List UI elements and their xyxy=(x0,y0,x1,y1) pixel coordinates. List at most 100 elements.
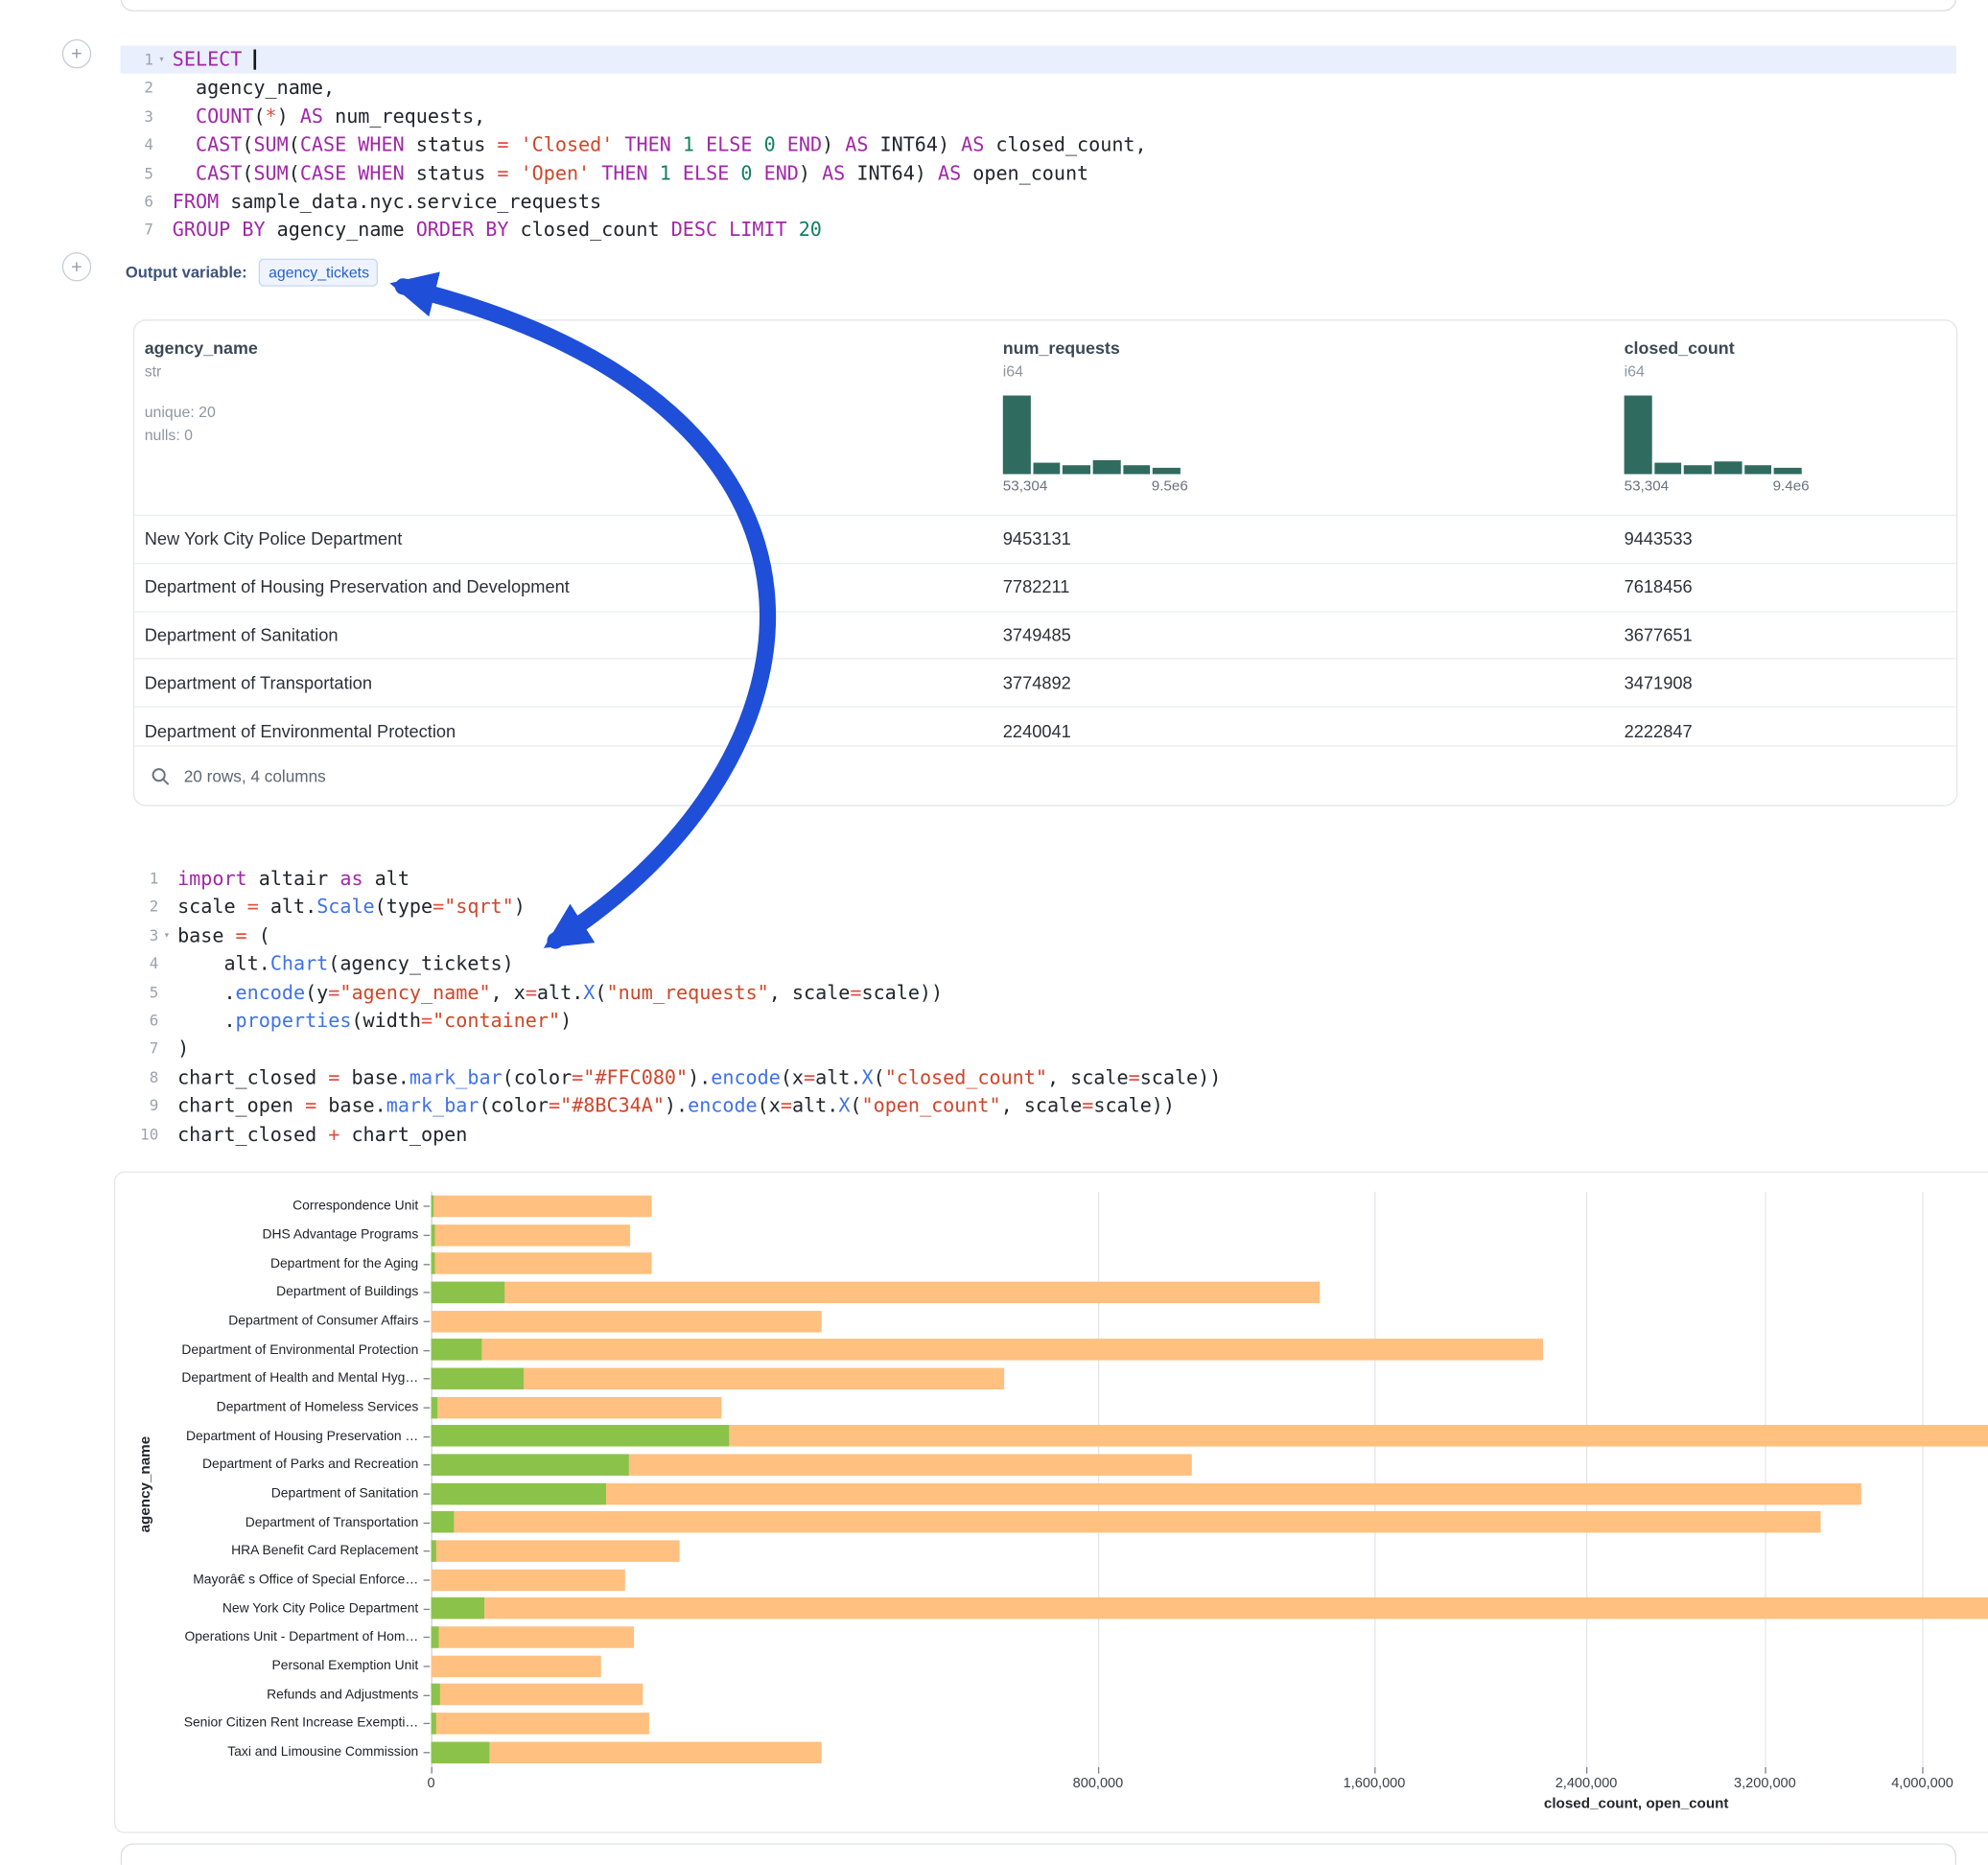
column-type: i64 xyxy=(1625,362,1810,381)
code-line[interactable]: 5 CAST(SUM(CASE WHEN status = 'Open' THE… xyxy=(121,159,1956,188)
y-axis-tick xyxy=(424,1694,431,1695)
code-text: ) xyxy=(177,1035,189,1063)
y-axis-tick xyxy=(424,1264,431,1265)
code-line[interactable]: 9chart_open = base.mark_bar(color="#8BC3… xyxy=(121,1091,1956,1120)
table-row: Department of Sanitation37494853677651 xyxy=(134,611,1956,659)
open-bar xyxy=(432,1713,436,1734)
code-text: agency_name, xyxy=(173,74,335,103)
y-axis-tick xyxy=(424,1321,431,1322)
fold-spacer xyxy=(158,865,175,894)
closed-bar xyxy=(432,1597,1988,1619)
code-line[interactable]: 6FROM sample_data.nyc.service_requests xyxy=(121,188,1956,217)
y-axis-label: Department of Parks and Recreation xyxy=(115,1451,431,1480)
y-axis-label: New York City Police Department xyxy=(115,1594,431,1622)
sql-code-editor: 1▾SELECT 2 agency_name,3 COUNT(*) AS num… xyxy=(121,46,1956,245)
fold-toggle-icon[interactable]: ▾ xyxy=(153,46,170,75)
add-cell-button[interactable]: + xyxy=(62,39,91,68)
code-line[interactable]: 5 .encode(y="agency_name", x=alt.X("num_… xyxy=(121,978,1956,1007)
column-type: str xyxy=(145,362,258,381)
gridline xyxy=(432,1192,433,1767)
y-axis-tick xyxy=(424,1522,431,1523)
open-bar xyxy=(432,1339,482,1360)
code-line[interactable]: 3 COUNT(*) AS num_requests, xyxy=(121,103,1956,131)
code-text: import altair as alt xyxy=(177,865,409,894)
histogram-min-label: 53,304 xyxy=(1625,479,1670,495)
code-line[interactable]: 1▾SELECT xyxy=(121,46,1956,75)
y-axis-label: Department of Consumer Affairs xyxy=(115,1307,431,1336)
x-axis-tick-label: 3,200,000 xyxy=(1689,1776,1841,1791)
code-line[interactable]: 3▾base = ( xyxy=(121,921,1956,950)
code-line[interactable]: 6 .properties(width="container") xyxy=(121,1007,1956,1036)
histogram-bar xyxy=(1123,465,1151,474)
closed-bar xyxy=(432,1482,1861,1504)
histogram-bar xyxy=(1654,463,1682,474)
code-text: CAST(SUM(CASE WHEN status = 'Open' THEN … xyxy=(173,159,1088,188)
open-bar xyxy=(432,1482,607,1504)
code-text: chart_open = base.mark_bar(color="#8BC34… xyxy=(177,1091,1175,1120)
table-cell: Department of Sanitation xyxy=(145,625,339,644)
y-axis-label: Mayorâ€ s Office of Special Enforce… xyxy=(115,1565,431,1594)
x-axis-tick xyxy=(1923,1766,1924,1773)
column-header: agency_namestrunique: 20nulls: 0 xyxy=(145,338,258,446)
fold-spacer xyxy=(153,159,170,188)
fold-toggle-icon[interactable]: ▾ xyxy=(158,921,175,950)
text-cursor xyxy=(253,50,255,70)
x-axis-tick xyxy=(432,1766,433,1773)
code-line[interactable]: 4 CAST(SUM(CASE WHEN status = 'Closed' T… xyxy=(121,130,1956,159)
table-row: New York City Police Department945313194… xyxy=(134,515,1956,563)
code-line[interactable]: 1import altair as alt xyxy=(121,865,1956,894)
next-cell-border xyxy=(121,1843,1956,1864)
x-axis-tick xyxy=(1098,1766,1099,1773)
y-axis-label: HRA Benefit Card Replacement xyxy=(115,1536,431,1565)
code-line[interactable]: 2 agency_name, xyxy=(121,74,1956,103)
gridline xyxy=(1923,1192,1924,1767)
y-axis-label: Taxi and Limousine Commission xyxy=(115,1737,431,1766)
line-number: 1 xyxy=(121,46,153,75)
table-cell: 7618456 xyxy=(1625,577,1693,596)
open-bar xyxy=(432,1425,730,1446)
code-line[interactable]: 7) xyxy=(121,1035,1956,1063)
x-axis-tick-label: 4,000,000 xyxy=(1846,1776,1988,1791)
output-variable-label: Output variable: xyxy=(126,264,247,282)
histogram xyxy=(1625,395,1802,474)
column-type: i64 xyxy=(1003,362,1188,381)
fold-spacer xyxy=(158,949,175,978)
y-axis-label: Department of Housing Preservation … xyxy=(115,1422,431,1451)
y-axis-tick xyxy=(424,1493,431,1494)
closed-bar xyxy=(432,1252,652,1273)
column-stat: unique: 20 xyxy=(145,401,258,424)
code-line[interactable]: 4 alt.Chart(agency_tickets) xyxy=(121,949,1956,978)
table-cell: 3774892 xyxy=(1003,673,1071,692)
line-number: 4 xyxy=(121,949,159,978)
y-axis-tick xyxy=(424,1637,431,1638)
column-stats: unique: 20nulls: 0 xyxy=(145,401,258,447)
y-axis-label: DHS Advantage Programs xyxy=(115,1221,431,1249)
closed-bar xyxy=(432,1310,822,1331)
line-number: 6 xyxy=(121,188,153,217)
line-number: 7 xyxy=(121,216,153,245)
code-text: .encode(y="agency_name", x=alt.X("num_re… xyxy=(177,978,943,1007)
y-axis-label: Department of Environmental Protection xyxy=(115,1336,431,1364)
y-axis-label: Operations Unit - Department of Hom… xyxy=(115,1622,431,1651)
code-line[interactable]: 7GROUP BY agency_name ORDER BY closed_co… xyxy=(121,216,1956,245)
x-axis-tick xyxy=(1765,1766,1766,1773)
previous-cell-border xyxy=(121,0,1956,12)
output-variable-chip[interactable]: agency_tickets xyxy=(259,259,378,287)
table-cell: 3749485 xyxy=(1003,625,1071,644)
y-axis-tick xyxy=(424,1579,431,1580)
column-stat: nulls: 0 xyxy=(145,424,258,447)
closed-bar xyxy=(432,1339,1543,1360)
line-number: 2 xyxy=(121,893,159,921)
add-cell-button[interactable]: + xyxy=(62,252,91,281)
python-code-editor: 1import altair as alt2scale = alt.Scale(… xyxy=(121,865,1956,1149)
code-text: chart_closed + chart_open xyxy=(177,1120,467,1149)
histogram-bar xyxy=(1714,461,1742,474)
closed-bar xyxy=(432,1655,601,1676)
search-icon[interactable] xyxy=(151,766,170,785)
histogram-min-label: 53,304 xyxy=(1003,479,1048,495)
code-line[interactable]: 10chart_closed + chart_open xyxy=(121,1120,1956,1149)
open-bar xyxy=(432,1454,629,1475)
code-line[interactable]: 8chart_closed = base.mark_bar(color="#FF… xyxy=(121,1063,1956,1092)
code-line[interactable]: 2scale = alt.Scale(type="sqrt") xyxy=(121,893,1956,921)
histogram xyxy=(1003,395,1181,474)
